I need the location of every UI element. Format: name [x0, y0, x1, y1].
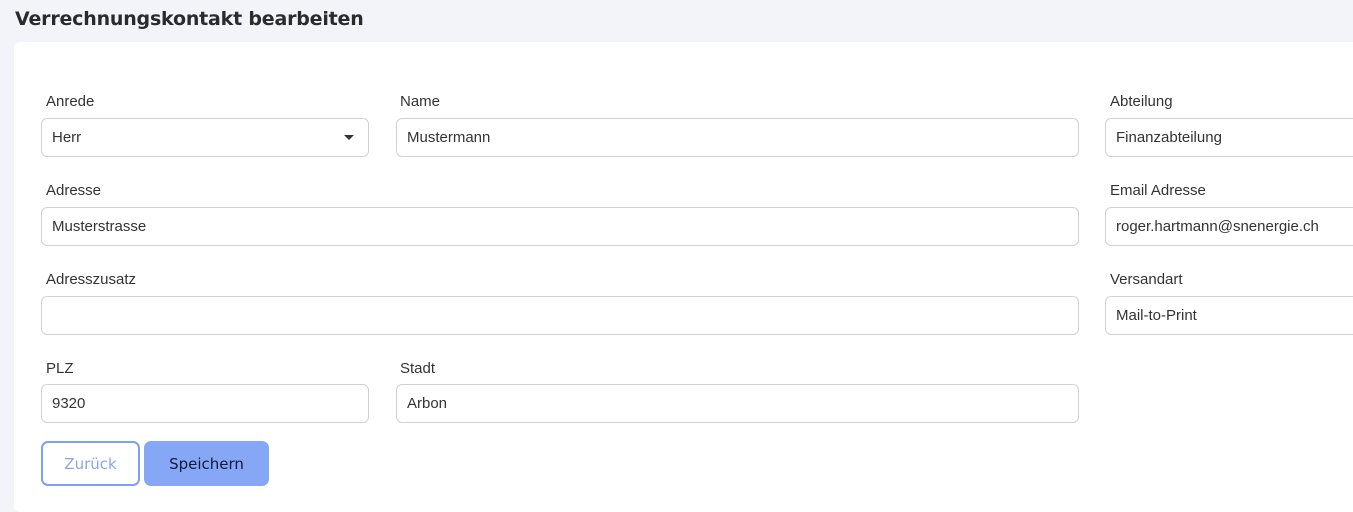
plz-input[interactable]: [41, 384, 369, 423]
adresse-input[interactable]: [41, 207, 1079, 246]
name-input[interactable]: [396, 118, 1079, 157]
page-title: Verrechnungskontakt bearbeiten: [15, 8, 364, 30]
name-label: Name: [400, 93, 441, 110]
stadt-label: Stadt: [400, 360, 436, 377]
email-label: Email Adresse: [1110, 182, 1206, 199]
anrede-label: Anrede: [46, 93, 95, 110]
anrede-value: Herr: [52, 129, 82, 146]
abteilung-input[interactable]: [1105, 118, 1353, 157]
adresszusatz-label: Adresszusatz: [46, 271, 137, 288]
email-input[interactable]: [1105, 207, 1353, 246]
save-button[interactable]: Speichern: [144, 441, 269, 486]
anrede-select[interactable]: Herr: [41, 118, 369, 157]
adresszusatz-input[interactable]: [41, 296, 1079, 335]
abteilung-label: Abteilung: [1110, 93, 1173, 110]
stadt-input[interactable]: [396, 384, 1079, 423]
caret-down-icon: [344, 135, 354, 140]
versandart-label: Versandart: [1110, 271, 1183, 288]
adresse-label: Adresse: [46, 182, 102, 199]
back-button[interactable]: Zurück: [41, 441, 140, 486]
plz-label: PLZ: [46, 360, 74, 377]
versandart-input[interactable]: [1105, 296, 1353, 335]
